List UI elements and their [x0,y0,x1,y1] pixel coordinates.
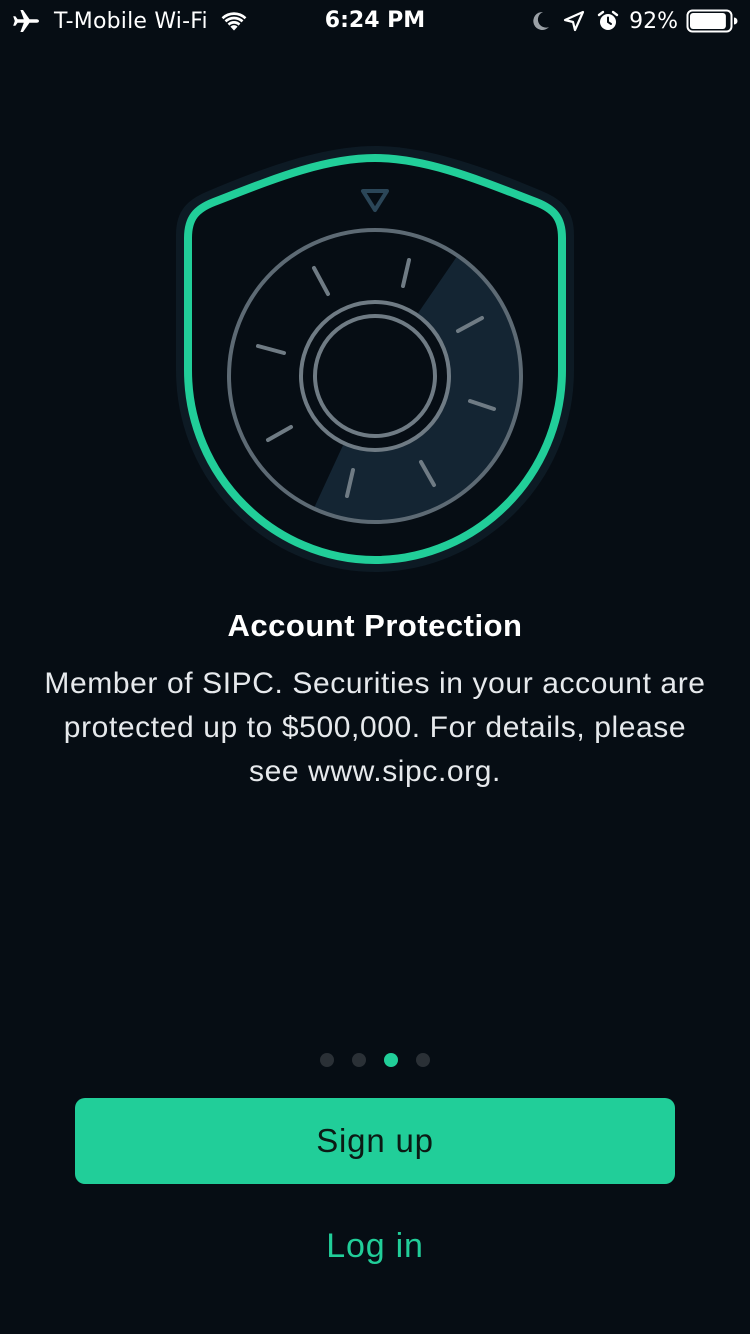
status-bar: T-Mobile Wi-Fi 6:24 PM 92% [0,0,750,40]
login-link[interactable]: Log in [250,1218,500,1274]
shield-safe-illustration [170,140,580,585]
dial-knob-inner [313,314,437,438]
page-dot[interactable] [320,1053,334,1067]
signup-button[interactable]: Sign up [75,1098,675,1184]
status-bar-right: 92% [531,6,738,36]
location-icon [563,10,585,32]
page-dot[interactable] [352,1053,366,1067]
moon-icon [531,10,551,32]
battery-icon [686,9,738,33]
page-indicator[interactable] [0,1053,750,1067]
page-dot[interactable] [416,1053,430,1067]
alarm-icon [597,10,619,32]
page-title: Account Protection [227,608,523,643]
onboarding-screen: T-Mobile Wi-Fi 6:24 PM 92% Account Prote… [0,0,750,1334]
battery-percent: 92% [629,8,678,34]
page-dot-active[interactable] [384,1053,398,1067]
page-description: Member of SIPC. Securities in your accou… [44,667,706,788]
